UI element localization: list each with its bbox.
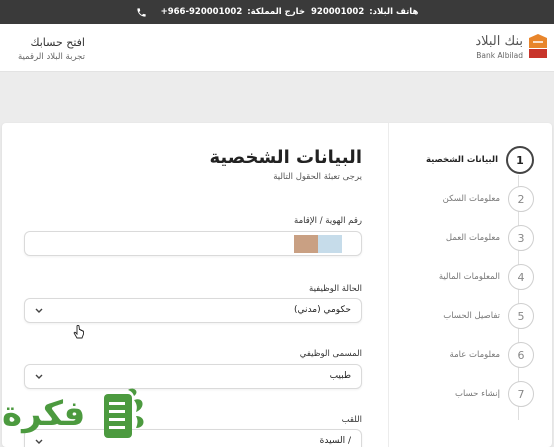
step-work-info[interactable]: 3 معلومات العمل (394, 224, 534, 252)
local-phone-number[interactable]: 920001002 (311, 7, 364, 17)
abroad-phone-number[interactable]: +966-920001002 (161, 7, 243, 17)
step-general-info[interactable]: 6 معلومات عامة (394, 341, 534, 369)
job-title-label: المسمى الوظيفي (299, 349, 362, 359)
watermark-text: فكرة (2, 394, 86, 434)
section-subtitle: يرجى تعبئة الحقول التالية (273, 172, 362, 182)
honorific-label: اللقب (341, 415, 362, 425)
id-redaction-block (318, 235, 342, 253)
hand-cursor-icon (73, 325, 84, 339)
abroad-phone-group: خارج المملكة: +966-920001002 (161, 7, 305, 17)
step-number: 5 (508, 303, 534, 329)
bank-logo[interactable]: بنك البلاد Bank Albilad (474, 34, 549, 64)
step-number: 6 (508, 342, 534, 368)
local-phone-group: هاتف البلاد: 920001002 (311, 7, 418, 17)
id-number-input[interactable] (24, 231, 362, 256)
step-residence-info[interactable]: 2 معلومات السكن (394, 185, 534, 213)
step-label: معلومات السكن (442, 194, 500, 204)
chevron-down-icon (35, 374, 43, 379)
job-title-value: طبيب (329, 371, 351, 381)
open-account-title: افتح حسابك (30, 36, 85, 49)
step-number: 3 (508, 225, 534, 251)
step-create-account[interactable]: 7 إنشاء حساب (394, 380, 534, 408)
logo-english-text: Bank Albilad (476, 51, 523, 60)
step-number: 7 (508, 381, 534, 407)
bank-logo-mark-icon (529, 34, 547, 58)
step-label: المعلومات المالية (438, 272, 500, 282)
id-number-label: رقم الهوية / الإقامة (294, 216, 362, 226)
step-number: 1 (506, 146, 534, 174)
digital-experience-subtitle: تجربة البلاد الرقمية (18, 52, 85, 62)
local-phone-label: هاتف البلاد: (369, 7, 419, 17)
step-label: معلومات العمل (445, 233, 500, 243)
employment-status-label: الحالة الوظيفية (309, 284, 362, 294)
top-contact-bar: هاتف البلاد: 920001002 خارج المملكة: +96… (0, 0, 554, 24)
step-account-details[interactable]: 5 تفاصيل الحساب (394, 302, 534, 330)
id-redaction-block (294, 235, 318, 253)
fikra-watermark: فكرة (0, 384, 160, 447)
employment-status-select[interactable]: حكومي (مدني) (24, 298, 362, 323)
employment-status-value: حكومي (مدني) (294, 305, 351, 315)
step-label: معلومات عامة (449, 350, 500, 360)
step-label: إنشاء حساب (454, 389, 500, 399)
open-account-header: افتح حسابك تجربة البلاد الرقمية (18, 36, 85, 62)
steps-sidebar: 1 البيانات الشخصية 2 معلومات السكن 3 معل… (388, 123, 552, 447)
honorific-value: / السيدة (319, 436, 351, 446)
site-header: بنك البلاد Bank Albilad افتح حسابك تجربة… (0, 24, 554, 72)
step-financial-info[interactable]: 4 المعلومات المالية (394, 263, 534, 291)
section-title: البيانات الشخصية (209, 147, 362, 168)
step-label: البيانات الشخصية (425, 155, 498, 165)
step-number: 2 (508, 186, 534, 212)
book-leaf-logo-icon (104, 388, 144, 438)
step-label: تفاصيل الحساب (443, 311, 500, 321)
step-personal-info[interactable]: 1 البيانات الشخصية (394, 146, 534, 174)
step-number: 4 (508, 264, 534, 290)
abroad-phone-label: خارج المملكة: (247, 7, 305, 17)
logo-arabic-text: بنك البلاد (475, 34, 523, 49)
chevron-down-icon (35, 308, 43, 313)
phone-icon (136, 7, 147, 18)
